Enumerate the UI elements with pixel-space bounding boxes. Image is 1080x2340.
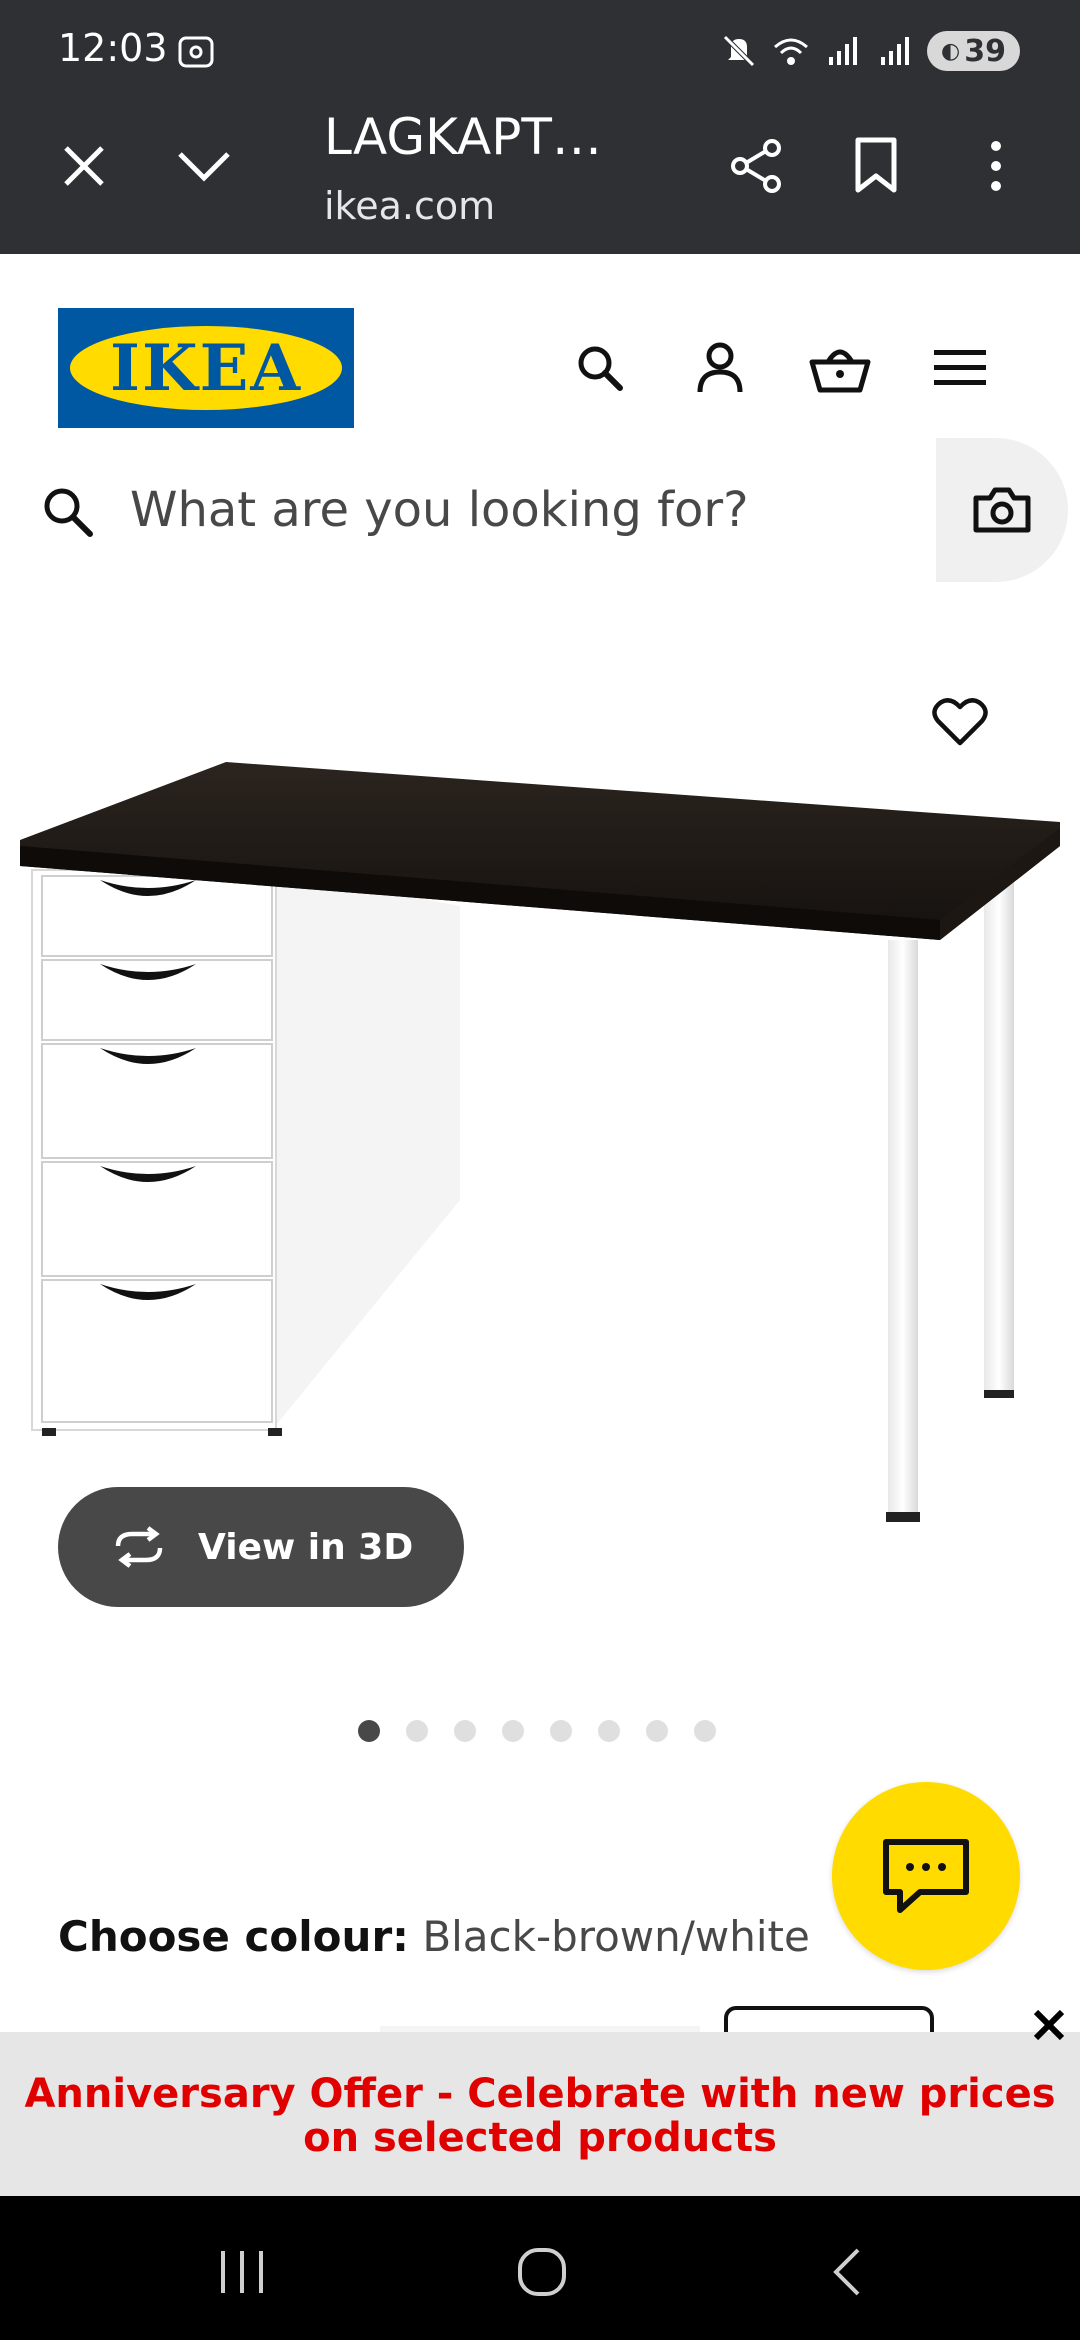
close-icon	[64, 146, 104, 186]
chat-icon	[883, 1839, 969, 1913]
battery-level: 39	[964, 33, 1006, 69]
visual-search-button[interactable]	[936, 438, 1068, 582]
carousel-dot[interactable]	[454, 1720, 476, 1742]
search-bar	[0, 438, 936, 582]
recents-button[interactable]	[202, 2232, 282, 2312]
chat-button[interactable]	[832, 1782, 1020, 1970]
profile-icon	[697, 342, 743, 393]
tab-title: LAGKAPT…	[324, 108, 602, 166]
view-in-3d-label: View in 3D	[198, 1526, 414, 1568]
search-icon	[578, 346, 623, 391]
basket-button[interactable]	[800, 328, 880, 408]
home-button[interactable]	[502, 2232, 582, 2312]
search-icon	[44, 488, 93, 537]
screenshot-icon	[178, 36, 214, 68]
offer-text: Anniversary Offer - Celebrate with new p…	[24, 2071, 1056, 2161]
recents-icon	[221, 2251, 263, 2293]
status-time: 12:03	[58, 26, 168, 70]
hamburger-menu-icon	[934, 350, 986, 385]
heart-icon	[932, 698, 988, 746]
close-offer-button[interactable]	[1024, 2000, 1074, 2050]
signal-icon	[881, 37, 910, 65]
close-tab-button[interactable]	[44, 126, 124, 206]
wifi-icon	[774, 38, 809, 65]
chevron-down-icon	[178, 152, 230, 182]
ikea-logo[interactable]: IKEA	[58, 308, 354, 428]
battery-indicator: ◐ 39	[927, 31, 1020, 71]
tab-url: ikea.com	[324, 184, 496, 228]
bookmark-button[interactable]	[836, 126, 916, 206]
menu-button[interactable]	[920, 328, 1000, 408]
carousel-dot[interactable]	[646, 1720, 668, 1742]
more-vert-icon	[991, 141, 1001, 191]
carousel-dot[interactable]	[694, 1720, 716, 1742]
status-icons: ◐ 39	[719, 28, 1020, 74]
carousel-dot[interactable]	[502, 1720, 524, 1742]
carousel-dot[interactable]	[358, 1720, 380, 1742]
choose-colour: Choose colour: Black-brown/white	[58, 1912, 810, 1961]
carousel-dot[interactable]	[550, 1720, 572, 1742]
browser-custom-tab-header: 12:03 ◐ 39 LAGKAPT… ikea.com	[0, 0, 1080, 254]
image-carousel-dots	[358, 1720, 716, 1742]
rotate-3d-icon	[115, 1526, 163, 1568]
minimize-tab-button[interactable]	[164, 126, 244, 206]
offer-banner[interactable]: Anniversary Offer - Celebrate with new p…	[0, 2032, 1080, 2196]
selected-colour: Black-brown/white	[422, 1912, 810, 1961]
more-options-button[interactable]	[956, 126, 1036, 206]
home-icon	[518, 2248, 566, 2296]
share-icon	[731, 139, 781, 193]
logo-wordmark: IKEA	[110, 330, 302, 406]
choose-colour-label: Choose colour:	[58, 1912, 409, 1961]
share-button[interactable]	[716, 126, 796, 206]
header-search-button[interactable]	[560, 328, 640, 408]
system-navigation-bar	[0, 2196, 1080, 2340]
add-to-favourites-button[interactable]	[920, 682, 1000, 762]
basket-icon	[809, 349, 871, 393]
camera-icon	[973, 487, 1031, 533]
signal-icon	[829, 37, 858, 65]
product-image[interactable]	[0, 600, 1080, 1560]
mute-icon	[723, 35, 755, 67]
view-in-3d-button[interactable]: View in 3D	[58, 1487, 464, 1607]
bookmark-icon	[855, 137, 897, 193]
close-icon	[1033, 2009, 1065, 2041]
carousel-dot[interactable]	[406, 1720, 428, 1742]
back-icon	[833, 2248, 860, 2296]
search-input[interactable]	[130, 468, 910, 552]
battery-saver-icon: ◐	[941, 38, 961, 64]
profile-button[interactable]	[680, 328, 760, 408]
carousel-dot[interactable]	[598, 1720, 620, 1742]
back-button[interactable]	[806, 2232, 886, 2312]
